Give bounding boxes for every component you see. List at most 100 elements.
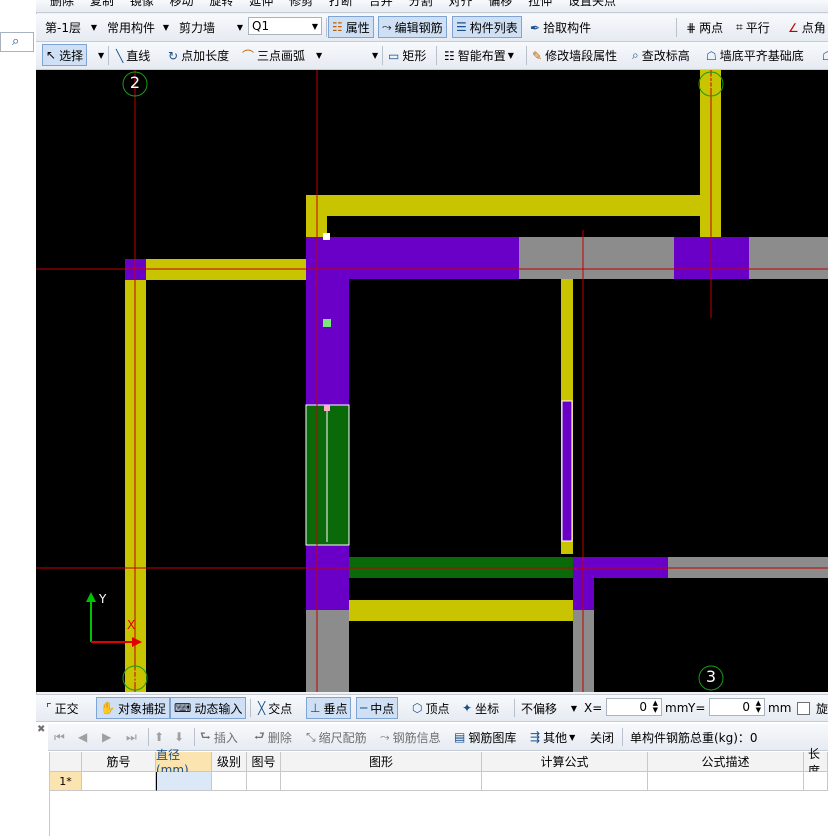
table-header-bar-no[interactable]: 筋号 (82, 752, 156, 772)
table-cell-shape[interactable] (281, 772, 482, 791)
grip-point[interactable] (323, 233, 330, 240)
smart-layout-button[interactable]: ☷ 智能布置 ▼ (444, 42, 514, 69)
scale-rebar-button[interactable]: ⤡ 缩尺配筋 (306, 724, 367, 750)
y-coordinate-input[interactable]: 0 ▲ ▼ (709, 698, 765, 716)
component-name-select[interactable]: Q1 ▼ (248, 17, 322, 35)
two-points-button[interactable]: ⋕ 两点 (686, 14, 723, 41)
break-button[interactable]: 打断 (329, 0, 353, 8)
close-label: 关闭 (590, 730, 615, 745)
left-pane: ⌕ (0, 0, 37, 836)
wall-purple-left-column[interactable] (306, 279, 349, 405)
property-button[interactable]: ☷ 属性 (328, 16, 374, 38)
delete-row-button[interactable]: ⮐ 删除 (254, 724, 292, 750)
component-list-button[interactable]: ☰ 构件列表 (452, 16, 522, 38)
table-header-figure-no[interactable]: 图号 (247, 752, 281, 772)
stretch-button[interactable]: 拉伸 (528, 0, 552, 8)
vertex-snap-button[interactable]: ⬡ 顶点 (412, 695, 450, 721)
split-button[interactable]: 分割 (409, 0, 433, 8)
intersection-snap-button[interactable]: ╳ 交点 (258, 695, 292, 721)
other-button[interactable]: ⇶ 其他 ▼ (530, 724, 575, 750)
wall-bottom-align-button[interactable]: ☖ 墙底平齐基础底 (706, 42, 804, 69)
wall-bottom-horizontal[interactable] (349, 600, 574, 621)
dynamic-input-button[interactable]: ⌨ 动态输入 (170, 697, 247, 719)
spinner-icon[interactable]: ▲ ▼ (653, 700, 658, 714)
offset-button[interactable]: 偏移 (488, 0, 512, 8)
grip-point[interactable] (323, 319, 331, 327)
wall-gray-top-2[interactable] (749, 237, 828, 279)
midpoint-snap-button[interactable]: ─ 中点 (356, 697, 399, 719)
set-grip-button[interactable]: 设置夹点 (568, 0, 616, 8)
chevron-down-icon: ▼ (90, 22, 97, 32)
nav-first-icon[interactable]: ⏮ (54, 724, 65, 750)
table-header-formula[interactable]: 计算公式 (482, 752, 648, 772)
table-cell-formula-desc[interactable] (648, 772, 804, 791)
wall-purple-top[interactable] (306, 237, 519, 279)
x-coordinate-input[interactable]: 0 ▲ ▼ (606, 698, 662, 716)
align-button[interactable]: 对齐 (448, 0, 472, 8)
other-label: 其他 (543, 730, 568, 745)
table-header-grade[interactable]: 级别 (212, 752, 247, 772)
copy-button[interactable]: 复制 (90, 0, 114, 8)
perpendicular-snap-button[interactable]: ⊥ 垂点 (306, 697, 352, 719)
nav-last-icon[interactable]: ⏭ (126, 724, 137, 750)
point-angle-button[interactable]: ∠ 点角 (788, 14, 826, 41)
floor-plan-svg[interactable] (36, 70, 828, 692)
select-dropdown[interactable]: ▼ (98, 42, 104, 69)
wall-selected-thin[interactable] (561, 400, 573, 542)
arc-dropdown[interactable]: ▼ (316, 42, 322, 69)
table-cell-length[interactable] (804, 772, 828, 791)
rectangle-button[interactable]: ▭ 矩形 (388, 42, 426, 69)
nav-prev-icon[interactable]: ◀ (78, 724, 87, 750)
rebar-info-button[interactable]: ⤳ 钢筋信息 (380, 724, 441, 750)
mirror-button[interactable]: 镜像 (130, 0, 154, 8)
wall-gray-top-1[interactable] (519, 237, 674, 279)
select-button[interactable]: ↖ 选择 (42, 44, 88, 66)
nav-next-icon[interactable]: ▶ (102, 724, 111, 750)
table-cell-bar-no[interactable] (82, 772, 156, 791)
offset-mode-select[interactable]: 不偏移 ▼ (518, 699, 580, 717)
parallel-button[interactable]: ⌗ 平行 (736, 14, 770, 41)
table-header-formula-desc[interactable]: 公式描述 (648, 752, 804, 772)
table-cell-diameter[interactable] (156, 772, 212, 791)
table-cell-formula[interactable] (482, 772, 648, 791)
close-button[interactable]: 关闭 (590, 724, 614, 750)
wall-gray-bottom-left[interactable] (306, 610, 349, 692)
type-select[interactable]: 剪力墙 ▼ (176, 18, 246, 36)
parallel-label: 平行 (745, 21, 770, 35)
coordinate-snap-button[interactable]: ✦ 坐标 (462, 695, 499, 721)
pick-component-button[interactable]: ✒ 拾取构件 (530, 14, 591, 41)
table-header-shape[interactable]: 图形 (281, 752, 482, 772)
overflow-icon[interactable]: ☖ (822, 42, 828, 69)
shape-dropdown[interactable]: ▼ (372, 42, 378, 69)
line-button[interactable]: ╲ 直线 (116, 42, 150, 69)
extend-button[interactable]: 延伸 (249, 0, 273, 8)
grip-point[interactable] (324, 405, 330, 411)
point-length-button[interactable]: ↻ 点加长度 (168, 42, 229, 69)
table-header-diameter[interactable]: 直径(mm) (156, 748, 212, 777)
table-header-length[interactable]: 长度 (804, 747, 828, 778)
wall-purple-bottom-left[interactable] (306, 545, 349, 610)
table-cell-grade[interactable] (212, 772, 247, 791)
edit-rebar-button[interactable]: ⤳ 编辑钢筋 (378, 16, 447, 38)
panel-close-icon[interactable]: ✖ (37, 724, 45, 735)
merge-button[interactable]: 合并 (369, 0, 393, 8)
object-snap-button[interactable]: ✋ 对象捕捉 (96, 697, 170, 719)
spinner-icon[interactable]: ▲ ▼ (756, 700, 761, 714)
wall-top-horizontal[interactable] (306, 195, 721, 216)
trim-button[interactable]: 修剪 (289, 0, 313, 8)
rotate-checkbox[interactable] (797, 702, 810, 715)
three-point-arc-button[interactable]: ⌒ 三点画弧 (242, 42, 305, 69)
coordinate-icon: ✦ (462, 701, 473, 715)
floor-select[interactable]: 第-1层 ▼ (42, 18, 100, 36)
drawing-canvas[interactable]: 2 3 2 3 Y X (36, 70, 828, 692)
search-icon[interactable]: ⌕ (12, 34, 19, 49)
modify-wall-button[interactable]: ✎ 修改墙段属性 (532, 42, 617, 69)
rotate-button[interactable]: 旋转 (209, 0, 233, 8)
rebar-library-button[interactable]: ▤ 钢筋图库 (454, 724, 516, 750)
category-select[interactable]: 常用构件 ▼ (104, 18, 172, 36)
ortho-button[interactable]: ⌜ 正交 (46, 695, 79, 721)
modify-elevation-button[interactable]: ⌕ 查改标高 (632, 42, 690, 69)
delete-button[interactable]: 删除 (50, 0, 74, 8)
table-cell-figure-no[interactable] (247, 772, 281, 791)
move-button[interactable]: 移动 (170, 0, 194, 8)
